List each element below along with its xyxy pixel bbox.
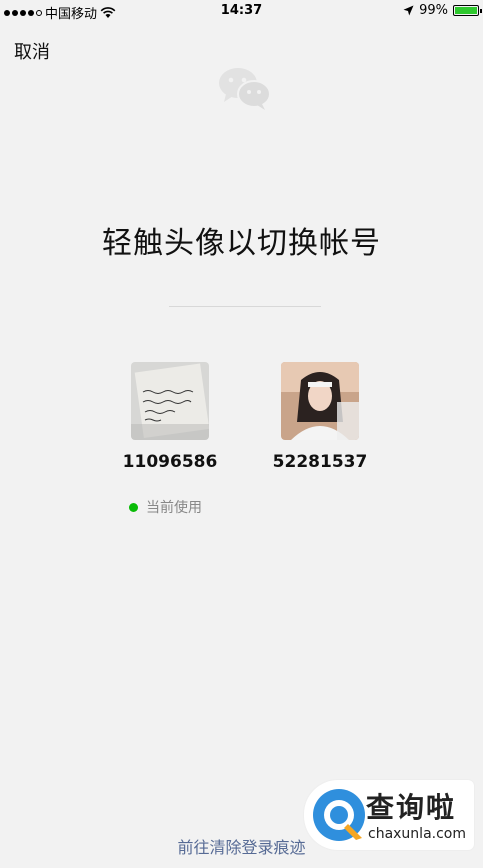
location-arrow-icon — [403, 5, 414, 16]
wechat-logo-icon — [219, 68, 271, 110]
watermark-name-cn: 查询啦 — [366, 791, 457, 824]
cancel-button[interactable]: 取消 — [14, 38, 50, 64]
watermark: 查询啦 chaxunla.com — [304, 780, 474, 850]
current-label: 当前使用 — [146, 500, 202, 516]
divider — [169, 306, 321, 307]
page-title: 轻触头像以切换帐号 — [102, 226, 381, 261]
watermark-name-en: chaxunla.com — [368, 826, 466, 842]
battery-icon — [453, 5, 482, 16]
status-bar: 中国移动 14:37 99% — [0, 0, 483, 22]
account-id: 11096586 — [122, 452, 218, 472]
avatar-1[interactable] — [131, 362, 209, 440]
account-id: 52281537 — [272, 452, 368, 472]
battery-percent: 99% — [419, 3, 448, 18]
status-right: 99% — [403, 3, 482, 18]
current-account-indicator: 当前使用 — [129, 497, 202, 517]
chaxunla-logo-icon — [313, 789, 365, 841]
account-item-2[interactable]: 52281537 — [260, 362, 380, 472]
avatar-2[interactable] — [281, 362, 359, 440]
battery-fill — [455, 7, 477, 14]
account-item-1[interactable]: 11096586 — [110, 362, 230, 472]
status-dot-icon — [129, 502, 138, 512]
